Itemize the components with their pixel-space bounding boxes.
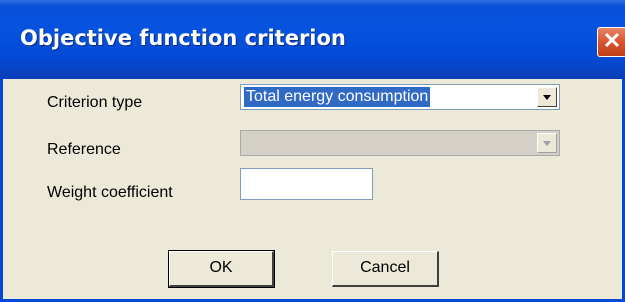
reference-label: Reference	[47, 141, 121, 158]
dialog-body: Criterion type Total energy consumption …	[0, 79, 625, 302]
close-button[interactable]: ✕	[597, 27, 625, 57]
criterion-type-select[interactable]: Total energy consumption	[240, 84, 560, 110]
reference-select[interactable]	[240, 130, 560, 156]
chevron-down-icon[interactable]	[537, 87, 557, 107]
close-icon: ✕	[602, 28, 622, 53]
weight-coefficient-field[interactable]	[240, 168, 373, 200]
dialog-window: Objective function criterion ✕ Criterion…	[0, 0, 625, 302]
dialog-title: Objective function criterion	[20, 26, 346, 50]
title-bar[interactable]: Objective function criterion ✕	[0, 0, 625, 79]
chevron-down-icon[interactable]	[537, 133, 557, 153]
criterion-type-value: Total energy consumption	[244, 87, 431, 107]
cancel-button[interactable]: Cancel	[332, 251, 439, 287]
ok-button[interactable]: OK	[168, 250, 275, 288]
criterion-type-label: Criterion type	[47, 94, 143, 111]
weight-coefficient-label: Weight coefficient	[47, 184, 173, 201]
